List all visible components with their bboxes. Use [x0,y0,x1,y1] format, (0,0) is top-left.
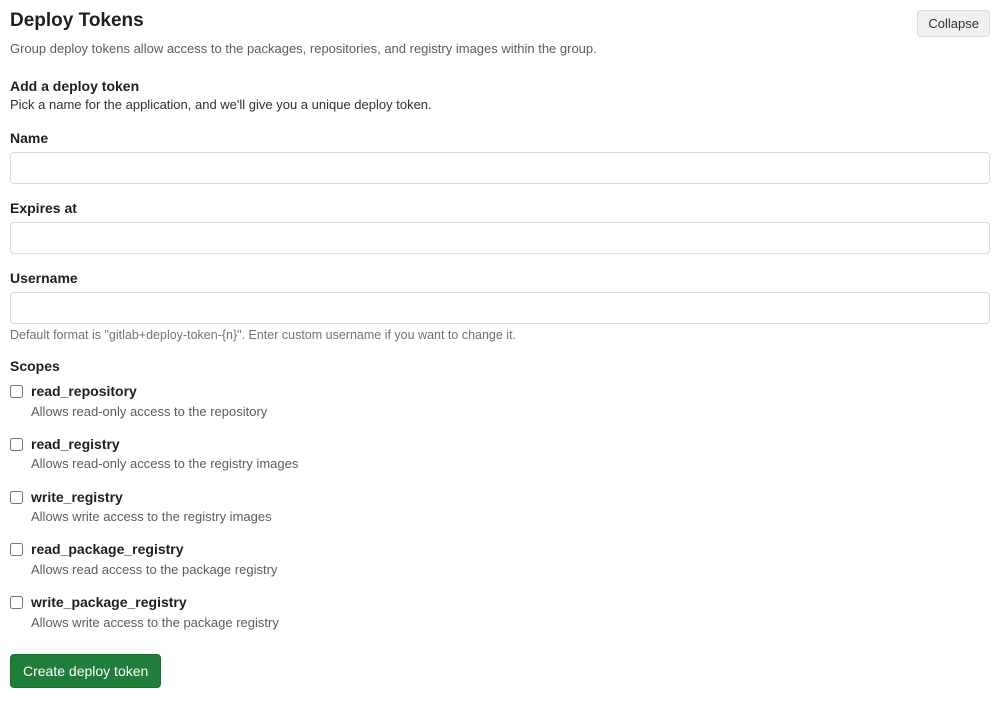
section-description: Pick a name for the application, and we'… [10,97,990,112]
scope-name: write_registry [31,488,272,508]
section-title: Add a deploy token [10,78,990,94]
scope-name: read_registry [31,435,298,455]
scope-name: read_repository [31,382,267,402]
username-input[interactable] [10,292,990,324]
scope-description: Allows read-only access to the repositor… [31,403,267,421]
username-help: Default format is "gitlab+deploy-token-{… [10,328,990,342]
collapse-button[interactable]: Collapse [917,10,990,37]
create-deploy-token-button[interactable]: Create deploy token [10,654,161,688]
expires-at-label: Expires at [10,200,990,216]
scope-name: read_package_registry [31,540,277,560]
scope-description: Allows write access to the package regis… [31,614,279,632]
scope-checkbox-read-repository[interactable] [10,385,23,398]
scope-description: Allows read access to the package regist… [31,561,277,579]
scopes-label: Scopes [10,358,990,374]
scope-checkbox-write-package-registry[interactable] [10,596,23,609]
scope-checkbox-write-registry[interactable] [10,491,23,504]
name-label: Name [10,130,990,146]
scope-description: Allows read-only access to the registry … [31,455,298,473]
scope-name: write_package_registry [31,593,279,613]
page-title: Deploy Tokens [10,10,144,32]
page-subtitle: Group deploy tokens allow access to the … [10,41,990,56]
scope-checkbox-read-registry[interactable] [10,438,23,451]
name-input[interactable] [10,152,990,184]
username-label: Username [10,270,990,286]
scope-description: Allows write access to the registry imag… [31,508,272,526]
scope-checkbox-read-package-registry[interactable] [10,543,23,556]
expires-at-input[interactable] [10,222,990,254]
